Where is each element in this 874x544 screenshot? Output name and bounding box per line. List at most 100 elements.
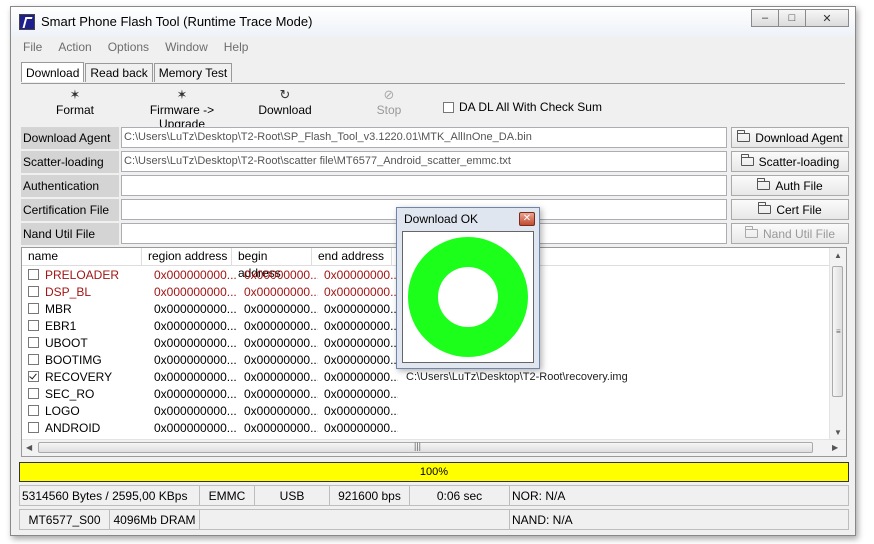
partition-name: EBR1: [45, 318, 77, 333]
region-address-cell: 0x000000000...: [154, 284, 237, 299]
partition-checkbox[interactable]: [28, 320, 39, 331]
horizontal-scroll-thumb[interactable]: |||: [38, 441, 813, 453]
close-icon: ✕: [522, 213, 532, 224]
scroll-down-icon[interactable]: ▼: [834, 428, 842, 437]
da-dl-checksum-checkbox[interactable]: DA DL All With Check Sum: [443, 100, 602, 114]
vertical-scrollbar[interactable]: ▲ ≡ ▼: [829, 248, 846, 441]
window-title: Smart Phone Flash Tool (Runtime Trace Mo…: [41, 14, 313, 29]
end-address-cell: 0x00000000...: [324, 403, 398, 418]
certification-button[interactable]: Cert File: [731, 199, 849, 220]
region-address-cell: 0x000000000...: [154, 301, 237, 316]
scroll-left-icon[interactable]: ◀: [26, 443, 32, 452]
table-row[interactable]: SEC_RO 0x000000000... 0x00000000... 0x00000…: [22, 385, 628, 402]
partition-name: SEC_RO: [45, 386, 95, 401]
close-button[interactable]: ✕: [805, 9, 849, 27]
status-storage: EMMC: [199, 485, 254, 506]
vertical-scroll-thumb[interactable]: ≡: [832, 266, 843, 397]
begin-address-cell: 0x00000000...: [244, 386, 318, 401]
download-agent-input[interactable]: C:\Users\LuTz\Desktop\T2-Root\SP_Flash_T…: [121, 127, 727, 148]
download-ok-ring-icon: [408, 237, 528, 357]
minimize-button[interactable]: –: [751, 9, 779, 27]
column-name[interactable]: name: [22, 248, 142, 265]
maximize-button[interactable]: □: [778, 9, 806, 27]
download-button[interactable]: ↻ Download: [255, 87, 315, 117]
nand-util-button[interactable]: Nand Util File: [731, 223, 849, 244]
scroll-right-icon[interactable]: ▶: [832, 443, 838, 452]
menu-options[interactable]: Options: [100, 39, 157, 55]
app-icon: [19, 14, 35, 30]
stop-button[interactable]: ⊘ Stop: [371, 87, 407, 117]
partition-checkbox[interactable]: [28, 303, 39, 314]
scatter-loading-input[interactable]: C:\Users\LuTz\Desktop\T2-Root\scatter fi…: [121, 151, 727, 172]
partition-checkbox[interactable]: [28, 354, 39, 365]
end-address-cell: 0x00000000...: [324, 386, 398, 401]
da-dl-checksum-label: DA DL All With Check Sum: [459, 100, 602, 114]
title-bar[interactable]: Smart Phone Flash Tool (Runtime Trace Mo…: [11, 7, 855, 37]
menu-help[interactable]: Help: [216, 39, 257, 55]
certification-button-label: Cert File: [776, 202, 822, 217]
end-address-cell: 0x00000000...: [324, 318, 398, 333]
partition-name: BOOTIMG: [45, 352, 102, 367]
status-chip: MT6577_S00: [19, 509, 109, 530]
region-address-cell: 0x000000000...: [154, 318, 237, 333]
column-region-address[interactable]: region address: [142, 248, 232, 265]
column-begin-address[interactable]: begin address: [232, 248, 312, 280]
region-address-cell: 0x000000000...: [154, 352, 237, 367]
region-address-cell: 0x000000000...: [154, 267, 237, 282]
table-row[interactable]: RECOVERY 0x000000000... 0x00000000... 0x000…: [22, 368, 628, 385]
column-end-address[interactable]: end address: [312, 248, 392, 265]
partition-checkbox[interactable]: [28, 422, 39, 433]
format-label: Format: [55, 103, 94, 117]
end-address-cell: 0x00000000...: [324, 284, 398, 299]
menu-action[interactable]: Action: [50, 39, 99, 55]
authentication-label: Authentication File: [21, 175, 119, 215]
dialog-close-button[interactable]: ✕: [519, 212, 535, 226]
authentication-input[interactable]: [121, 175, 727, 196]
status-time: 0:06 sec: [409, 485, 509, 506]
end-address-cell: 0x00000000...: [324, 267, 398, 282]
status-bar-bottom: MT6577_S00 4096Mb DRAM NAND: N/A: [19, 509, 849, 530]
download-label: Download: [258, 103, 312, 117]
partition-checkbox[interactable]: [28, 286, 39, 297]
firmware-upgrade-button[interactable]: ✶ Firmware -> Upgrade: [127, 87, 237, 131]
begin-address-cell: 0x00000000...: [244, 318, 318, 333]
tab-read-back[interactable]: Read back: [85, 63, 153, 82]
horizontal-scrollbar[interactable]: ◀ ||| ▶: [22, 439, 846, 456]
region-address-cell: 0x000000000...: [154, 369, 237, 384]
region-address-cell: 0x000000000...: [154, 335, 237, 350]
tab-download[interactable]: Download: [21, 62, 85, 82]
table-row[interactable]: ANDROID 0x000000000... 0x00000000... 0x0000…: [22, 419, 628, 436]
partition-name: UBOOT: [45, 335, 88, 350]
partition-checkbox[interactable]: [28, 405, 39, 416]
maximize-icon: □: [788, 12, 796, 24]
partition-checkbox[interactable]: [28, 388, 39, 399]
partition-name: PRELOADER: [45, 267, 120, 282]
status-empty: [199, 509, 509, 530]
folder-icon: [757, 178, 771, 190]
scatter-loading-row: Scatter-loading FileC:\Users\LuTz\Deskto…: [21, 151, 849, 191]
partition-checkbox[interactable]: [28, 371, 39, 382]
stop-icon: ⊘: [383, 87, 395, 102]
download-icon: ↻: [279, 87, 291, 102]
menu-file[interactable]: File: [15, 39, 50, 55]
begin-address-cell: 0x00000000...: [244, 284, 318, 299]
location-cell: C:\Users\LuTz\Desktop\T2-Root\recovery.i…: [406, 370, 628, 383]
partition-checkbox[interactable]: [28, 269, 39, 280]
tab-memory-test[interactable]: Memory Test: [153, 63, 233, 82]
authentication-button-label: Auth File: [775, 178, 823, 193]
scroll-up-icon[interactable]: ▲: [834, 251, 842, 260]
table-row[interactable]: LOGO 0x000000000... 0x00000000... 0x0000000…: [22, 402, 628, 419]
format-button[interactable]: ✶ Format: [55, 87, 95, 117]
menu-window[interactable]: Window: [157, 39, 216, 55]
partition-checkbox[interactable]: [28, 337, 39, 348]
partition-name: RECOVERY: [45, 369, 113, 384]
partition-name: MBR: [45, 301, 72, 316]
da-dl-checksum-box[interactable]: [443, 101, 454, 113]
status-bar-top: 5314560 Bytes / 2595,00 KBps EMMC USB 92…: [19, 485, 849, 506]
scatter-loading-button[interactable]: Scatter-loading: [731, 151, 849, 172]
authentication-button[interactable]: Auth File: [731, 175, 849, 196]
partition-name-cell: RECOVERY: [22, 370, 148, 384]
partition-name-cell: LOGO: [22, 404, 148, 418]
window-controls: – □ ✕: [751, 9, 849, 27]
download-agent-button[interactable]: Download Agent: [731, 127, 849, 148]
